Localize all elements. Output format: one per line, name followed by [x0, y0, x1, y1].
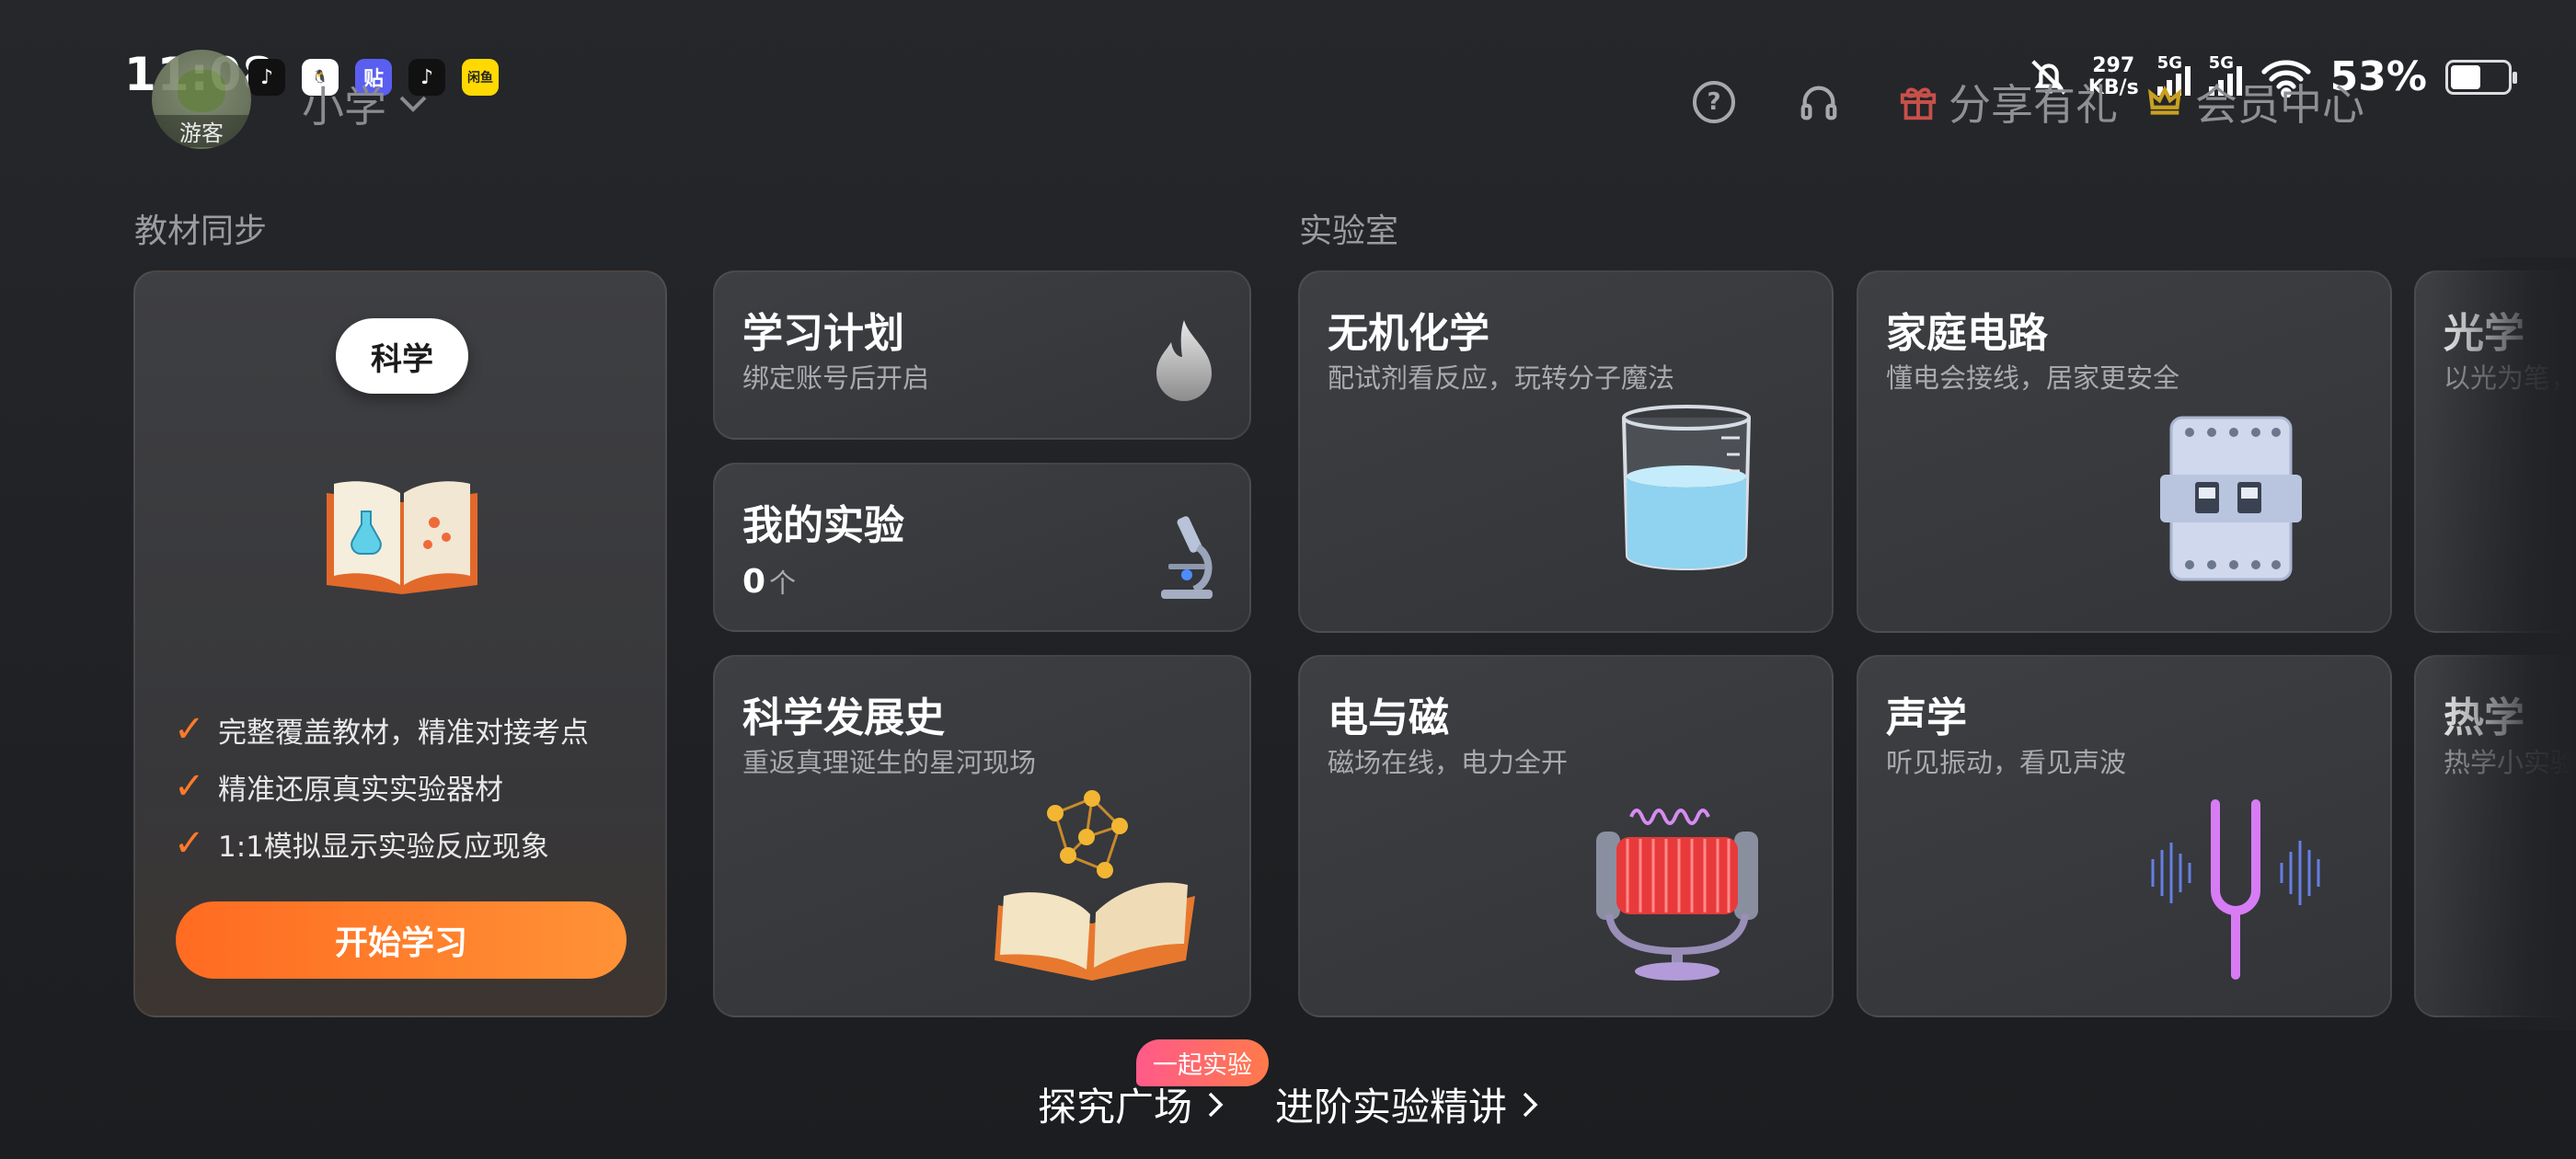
share-gift-button[interactable]: 分享有礼: [1897, 72, 2118, 132]
science-book-icon: [327, 481, 477, 594]
check-icon: ✓: [174, 822, 205, 865]
lab-card-home-circuit[interactable]: 家庭电路 懂电会接线，居家更安全: [1857, 270, 2392, 633]
tuning-fork-icon: [2151, 799, 2320, 980]
flame-icon: [1156, 320, 1212, 401]
circuit-subtitle: 懂电会接线，居家更安全: [1886, 362, 2180, 394]
experiment-count-unit: 个: [769, 568, 797, 599]
lab-card-heat[interactable]: 热学 热学小实验: [2414, 655, 2576, 1017]
lab-card-electromagnetism[interactable]: 电与磁 磁场在线，电力全开: [1298, 655, 1834, 1017]
microscope-icon: [1161, 516, 1213, 599]
optics-title: 光学: [2444, 310, 2524, 357]
grade-selector[interactable]: 小学: [302, 74, 429, 134]
bottom-links: 探究广场 进阶实验精讲: [0, 1076, 2576, 1132]
beaker-icon: [1622, 405, 1751, 570]
feature-list: ✓ 完整覆盖教材，精准对接考点 ✓ 精准还原真实实验器材 ✓ 1:1模拟显示实验反应现象: [174, 701, 589, 872]
feature-item: ✓ 精准还原真实实验器材: [174, 758, 589, 815]
exploration-plaza-label: 探究广场: [1037, 1084, 1192, 1130]
circuit-title: 家庭电路: [1886, 310, 2048, 357]
vip-label: 会员中心: [2195, 80, 2364, 130]
lab-card-inorganic-chemistry[interactable]: 无机化学 配试剂看反应，玩转分子魔法: [1298, 270, 1834, 633]
science-history-title: 科学发展史: [742, 694, 945, 741]
start-learning-button[interactable]: 开始学习: [176, 901, 627, 979]
share-label: 分享有礼: [1949, 80, 2118, 130]
emag-title: 电与磁: [1328, 694, 1449, 741]
science-history-subtitle: 重返真理诞生的星河现场: [742, 747, 1037, 778]
study-plan-card[interactable]: 学习计划 绑定账号后开启: [713, 270, 1251, 440]
experiment-count-value: 0: [742, 563, 766, 601]
header-actions: ? 分享有礼 会员中心: [1693, 72, 2364, 132]
exploration-plaza-link[interactable]: 探究广场: [1038, 1076, 1224, 1132]
acoustics-subtitle: 听见振动，看见声波: [1886, 747, 2127, 778]
acoustics-title: 声学: [1886, 694, 1967, 741]
grade-label: 小学: [302, 82, 386, 132]
chevron-down-icon: [399, 96, 427, 112]
experiment-count: 0个: [742, 562, 796, 601]
headset-icon[interactable]: [1798, 81, 1840, 123]
feature-text: 精准还原真实实验器材: [218, 773, 503, 807]
vip-crown-icon: [2147, 85, 2182, 115]
feature-item: ✓ 1:1模拟显示实验反应现象: [174, 815, 589, 872]
avatar-character-icon: [178, 70, 225, 112]
science-history-card[interactable]: 科学发展史 重返真理诞生的星河现场: [713, 655, 1251, 1017]
check-icon: ✓: [174, 765, 205, 808]
tiktok-icon: ♪: [248, 59, 285, 96]
textbook-sync-card[interactable]: 科学 ✓ 完整覆盖教材，精准对接考点 ✓ 精准还原真实实验器材 ✓ 1:1模拟显示实验反应…: [133, 270, 667, 1017]
my-experiments-card[interactable]: 我的实验 0个: [713, 463, 1251, 632]
circuit-breaker-icon: [2160, 416, 2302, 581]
inorganic-subtitle: 配试剂看反应，玩转分子魔法: [1328, 362, 1675, 394]
gift-icon: [1900, 87, 1937, 120]
heat-title: 热学: [2444, 694, 2524, 741]
feature-text: 完整覆盖教材，精准对接考点: [218, 716, 589, 750]
chevron-right-icon: [1208, 1092, 1224, 1117]
subject-selector[interactable]: 科学: [336, 318, 468, 394]
signal-type-1: 5G: [2156, 52, 2182, 73]
signal-type-2: 5G: [2208, 52, 2234, 73]
heat-subtitle: 热学小实验: [2444, 747, 2576, 778]
molecule-book-icon: [995, 790, 1195, 981]
my-experiments-title: 我的实验: [742, 502, 904, 549]
emag-subtitle: 磁场在线，电力全开: [1328, 747, 1569, 778]
lab-card-acoustics[interactable]: 声学 听见振动，看见声波: [1857, 655, 2392, 1017]
battery-icon: [2445, 59, 2517, 95]
lab-card-optics[interactable]: 光学 以光为笔，: [2414, 270, 2576, 633]
chevron-right-icon: [1523, 1092, 1538, 1117]
guest-label: 游客: [152, 115, 251, 147]
advanced-lectures-link[interactable]: 进阶实验精讲: [1275, 1076, 1538, 1132]
optics-subtitle: 以光为笔，: [2444, 362, 2576, 394]
check-icon: ✓: [174, 708, 205, 751]
advanced-lectures-label: 进阶实验精讲: [1275, 1084, 1508, 1130]
textbook-section-title: 教材同步: [134, 212, 268, 250]
inorganic-title: 无机化学: [1328, 310, 1489, 357]
lab-section-title: 实验室: [1299, 212, 1399, 250]
electromagnet-coil-icon: [1596, 809, 1758, 981]
study-plan-title: 学习计划: [742, 310, 904, 357]
feature-text: 1:1模拟显示实验反应现象: [218, 830, 549, 864]
avatar[interactable]: 游客: [152, 50, 251, 149]
feature-item: ✓ 完整覆盖教材，精准对接考点: [174, 701, 589, 758]
study-plan-subtitle: 绑定账号后开启: [742, 362, 930, 394]
vip-center-button[interactable]: 会员中心: [2144, 72, 2364, 132]
help-icon[interactable]: ?: [1693, 81, 1735, 123]
mini-app-icon: 闲鱼: [462, 59, 499, 96]
